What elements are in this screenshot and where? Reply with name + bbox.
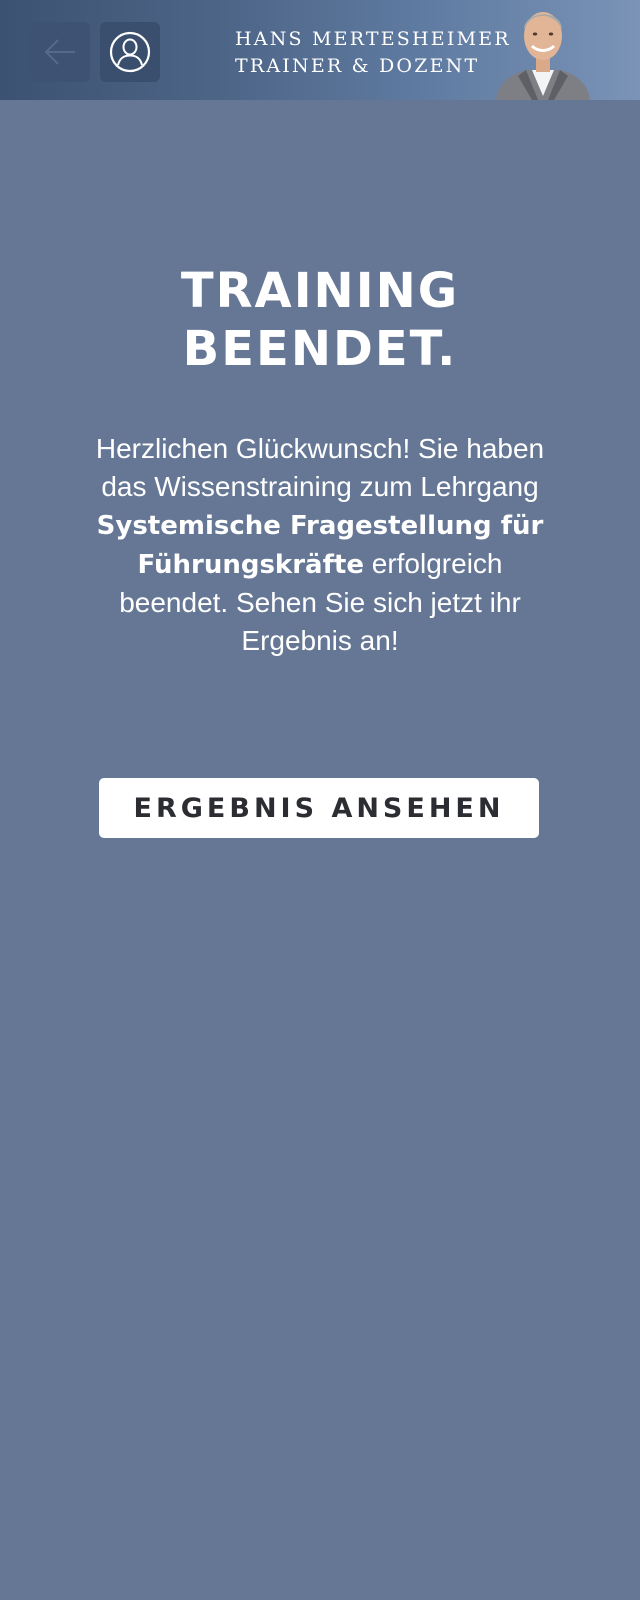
page: HANS MERTESHEIMER TRAINER & DOZENT TRAIN… [0,0,640,1600]
title-line-1: TRAINING [180,263,460,319]
back-button[interactable] [30,22,90,82]
message-intro: Herzlichen Glückwunsch! Sie haben das Wi… [95,433,545,502]
user-profile-icon [109,31,151,73]
completion-message: Herzlichen Glückwunsch! Sie haben das Wi… [80,430,560,660]
page-title: TRAINING BEENDET. [0,262,640,378]
trainer-portrait [496,12,590,100]
brand-subtitle: TRAINER & DOZENT [235,55,480,77]
profile-button[interactable] [100,22,160,82]
brand-title: HANS MERTESHEIMER TRAINER & DOZENT [235,26,511,80]
view-result-button[interactable]: ERGEBNIS ANSEHEN [99,778,539,838]
title-line-2: BEENDET. [182,321,458,377]
brand-name: HANS MERTESHEIMER [235,28,511,50]
app-header: HANS MERTESHEIMER TRAINER & DOZENT [0,0,640,100]
arrow-left-icon [44,39,75,65]
